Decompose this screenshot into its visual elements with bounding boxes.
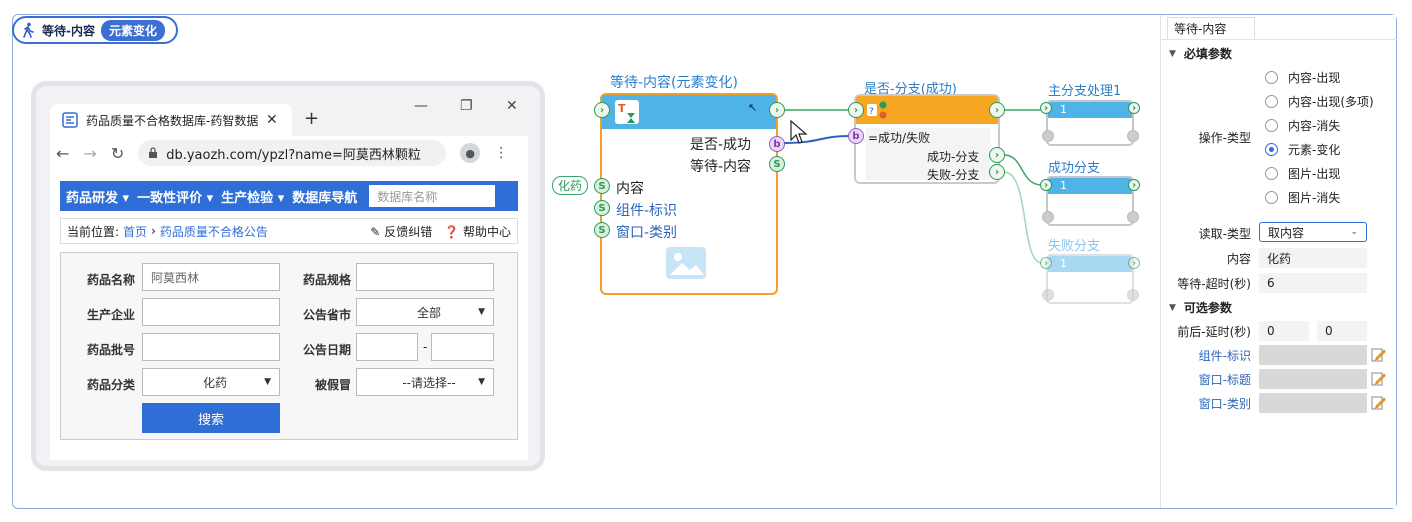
out-success-port[interactable]: b [769,136,785,152]
read-type-label: 读取-类型 [1198,227,1251,241]
read-type-select[interactable]: 取内容 ⌄ [1259,222,1367,242]
target-main-node[interactable]: 1 [1046,100,1134,146]
branch-output-port[interactable]: › [989,102,1005,118]
edit-pencil-icon[interactable] [1371,395,1386,410]
target-success-count: 1 [1048,178,1132,194]
panel-tab-divider [1161,39,1397,40]
properties-panel: 等待-内容 ▼ 必填参数 内容-出现 内容-出现(多项) 内容-消失 元素-变化 … [1160,15,1397,508]
cursor-icon: ↖ [748,101,758,114]
svg-text:?: ? [869,107,874,117]
window-class-input[interactable] [1259,393,1367,413]
collapse-triangle-icon: ▼ [1169,302,1176,313]
required-section-header[interactable]: ▼ 必填参数 [1169,45,1232,62]
branch-success-port[interactable]: › [989,147,1005,163]
main-node-title: 等待-内容(元素变化) [610,75,738,91]
radio-icon [1265,191,1278,204]
content-value[interactable]: 化药 [1259,248,1367,268]
in-window-label: 窗口-类别 [616,225,678,241]
target-fail-node[interactable]: 1 [1046,254,1134,304]
mouse-pointer-icon [790,120,808,144]
input-content-tag[interactable]: 化药 [552,176,589,195]
panel-tab[interactable]: 等待-内容 [1167,17,1255,39]
window-title-label[interactable]: 窗口-标题 [1199,371,1251,388]
target-success-node[interactable]: 1 [1046,176,1134,226]
in-component-port[interactable]: S [594,200,610,216]
op-option-4[interactable]: 图片-出现 [1265,165,1340,182]
target-main-output-port[interactable]: › [1128,102,1140,114]
optional-section-title: 可选参数 [1183,301,1232,315]
target-fail-title: 失败分支 [1048,239,1101,254]
target-fail-input-port[interactable]: › [1040,257,1052,269]
chevron-down-icon: ⌄ [1350,227,1358,237]
target-main-count: 1 [1048,102,1132,118]
delay-before-value[interactable]: 0 [1259,321,1309,341]
op-option-3[interactable]: 元素-变化 [1265,141,1340,158]
edit-pencil-icon[interactable] [1371,371,1386,386]
in-component-label: 组件-标识 [616,203,678,219]
target-success-output-port[interactable]: › [1128,179,1140,191]
window-title-input[interactable] [1259,369,1367,389]
image-placeholder-icon [666,247,706,279]
target-fail-port-br[interactable] [1127,289,1139,301]
branch-success-label: 成功-分支 [927,150,980,164]
branch-condition-label: =成功/失败 [868,131,931,145]
target-main-port-bl[interactable] [1042,130,1054,142]
target-fail-count: 1 [1048,256,1132,272]
main-output-port[interactable]: › [769,102,785,118]
target-success-title: 成功分支 [1048,161,1101,176]
op-option-5[interactable]: 图片-消失 [1265,189,1340,206]
svg-text:T: T [618,102,626,115]
component-id-input[interactable] [1259,345,1367,365]
radio-icon [1265,71,1278,84]
target-success-input-port[interactable]: › [1040,179,1052,191]
edit-pencil-icon[interactable] [1371,347,1386,362]
radio-selected-icon [1265,143,1278,156]
target-fail-output-port[interactable]: › [1128,257,1140,269]
branch-icon: ? [867,101,887,119]
timeout-label: 等待-超时(秒) [1177,277,1251,291]
radio-icon [1265,119,1278,132]
delay-label: 前后-延时(秒) [1177,325,1251,339]
radio-icon [1265,95,1278,108]
timeout-value[interactable]: 6 [1259,273,1367,293]
out-content-label: 等待-内容 [690,159,752,175]
target-fail-port-bl[interactable] [1042,289,1054,301]
branch-fail-label: 失败-分支 [927,168,980,182]
window-class-label[interactable]: 窗口-类别 [1199,395,1251,412]
collapse-triangle-icon: ▼ [1169,48,1176,59]
out-success-label: 是否-成功 [690,137,752,153]
op-type-label: 操作-类型 [1198,131,1251,145]
out-content-port[interactable]: S [769,156,785,172]
in-window-port[interactable]: S [594,222,610,238]
target-main-port-br[interactable] [1127,130,1139,142]
content-label: 内容 [1226,252,1251,266]
op-option-2[interactable]: 内容-消失 [1265,117,1340,134]
op-option-1[interactable]: 内容-出现(多项) [1265,93,1374,110]
target-success-port-br[interactable] [1127,211,1139,223]
branch-fail-port[interactable]: › [989,164,1005,180]
in-content-label: 内容 [616,181,644,197]
target-main-title: 主分支处理1 [1048,84,1122,99]
branch-condition-port[interactable]: b [848,128,864,144]
target-main-input-port[interactable]: › [1040,102,1052,114]
in-content-port[interactable]: S [594,178,610,194]
op-option-0[interactable]: 内容-出现 [1265,69,1340,86]
branch-input-port[interactable]: › [848,102,864,118]
component-id-label[interactable]: 组件-标识 [1199,347,1251,364]
wait-text-icon: T [615,100,639,124]
radio-icon [1265,167,1278,180]
optional-section-header[interactable]: ▼ 可选参数 [1169,299,1232,316]
target-success-port-bl[interactable] [1042,211,1054,223]
delay-after-value[interactable]: 0 [1317,321,1367,341]
required-section-title: 必填参数 [1183,47,1232,61]
main-input-port[interactable]: › [594,102,610,118]
